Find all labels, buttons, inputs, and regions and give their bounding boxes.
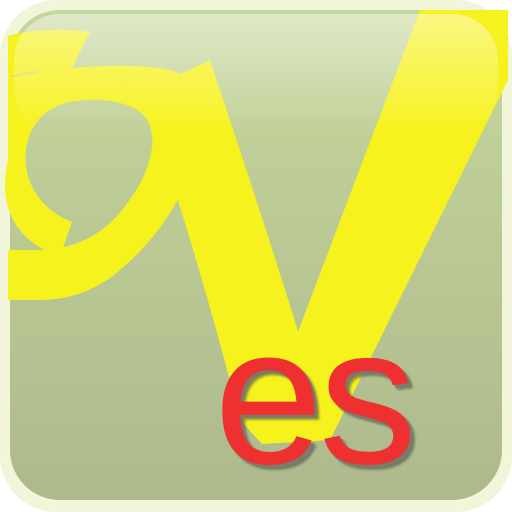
app-wordmark: es xyxy=(214,296,417,496)
app-icon[interactable]: es xyxy=(0,0,512,512)
icon-gloss xyxy=(14,14,498,134)
